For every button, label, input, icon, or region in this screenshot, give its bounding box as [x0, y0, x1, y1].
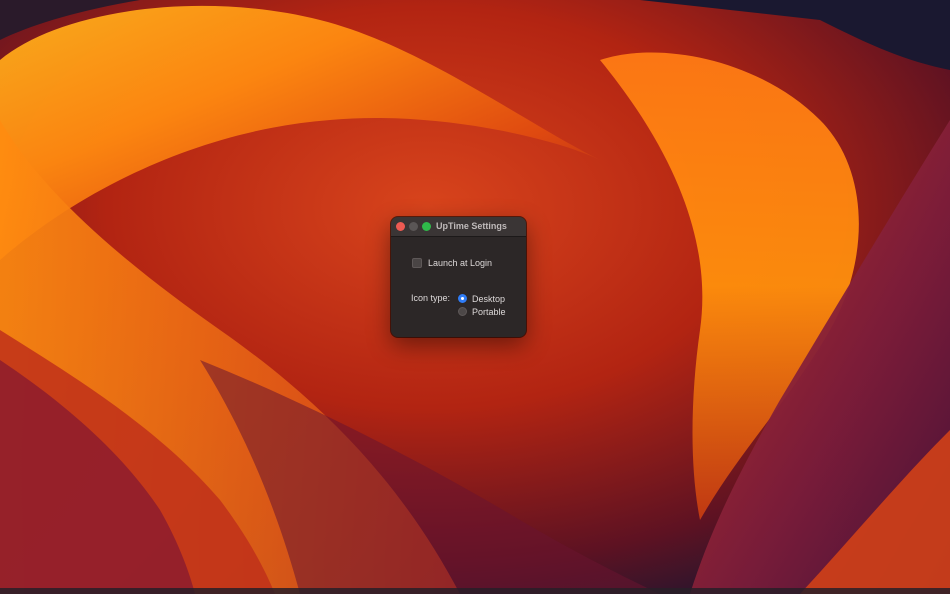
- close-button[interactable]: [396, 222, 405, 231]
- zoom-button[interactable]: [422, 222, 431, 231]
- radio-option-portable[interactable]: Portable: [458, 306, 506, 317]
- radio-desktop-label: Desktop: [472, 293, 506, 304]
- window-title: UpTime Settings: [436, 221, 507, 231]
- settings-window: UpTime Settings Launch at Login Icon typ…: [391, 217, 526, 337]
- icon-type-label: Icon type:: [411, 293, 451, 303]
- radio-portable-label: Portable: [472, 306, 506, 317]
- radio-option-desktop[interactable]: Desktop: [458, 293, 505, 304]
- window-titlebar[interactable]: UpTime Settings: [391, 217, 526, 237]
- launch-at-login-checkbox[interactable]: [412, 257, 422, 268]
- launch-at-login-row[interactable]: Launch at Login: [412, 257, 492, 268]
- launch-at-login-label: Launch at Login: [428, 257, 493, 268]
- radio-desktop-button[interactable]: [458, 294, 467, 303]
- radio-portable-button[interactable]: [458, 307, 467, 316]
- desktop: UpTime Settings Launch at Login Icon typ…: [0, 0, 950, 594]
- dock-strip: [0, 588, 950, 594]
- minimize-button[interactable]: [409, 222, 418, 231]
